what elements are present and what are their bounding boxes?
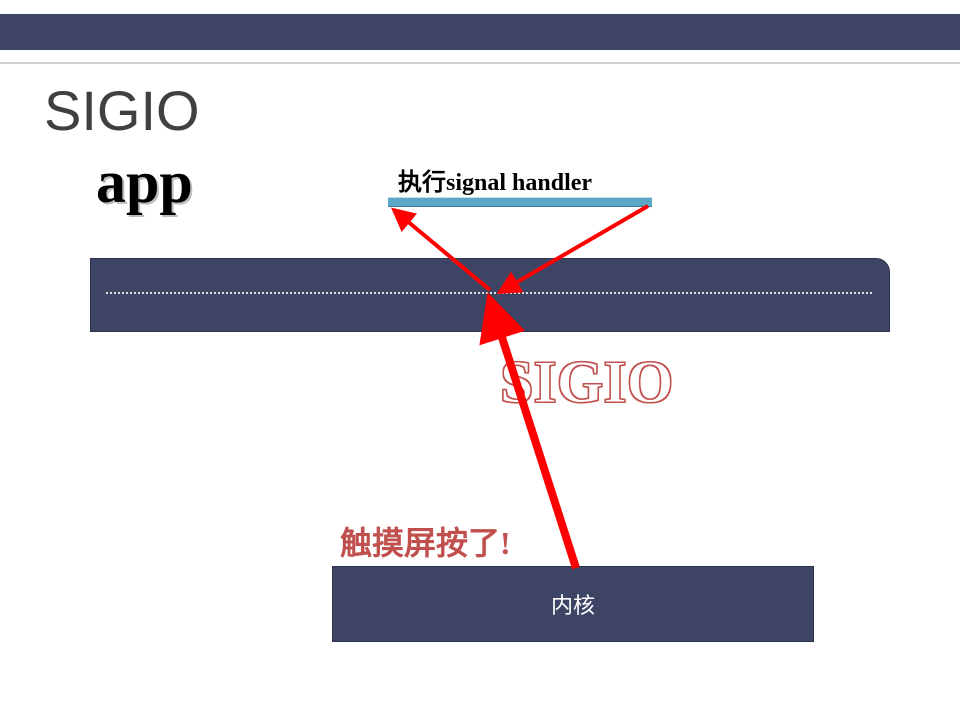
slide-title: SIGIO [44, 78, 200, 143]
signal-handler-bar [388, 197, 652, 207]
app-label: app [96, 148, 193, 217]
touch-event-label: 触摸屏按了! [340, 518, 511, 564]
decorative-rule [0, 62, 960, 64]
app-timeline-bar [90, 258, 890, 332]
kernel-box: 内核 [332, 566, 814, 642]
kernel-label: 内核 [551, 588, 595, 620]
sigio-signal-label: SIGIO [500, 348, 673, 417]
app-timeline-dotted [106, 292, 872, 294]
signal-handler-label: 执行signal handler [398, 162, 592, 197]
decorative-top-bar [0, 14, 960, 50]
